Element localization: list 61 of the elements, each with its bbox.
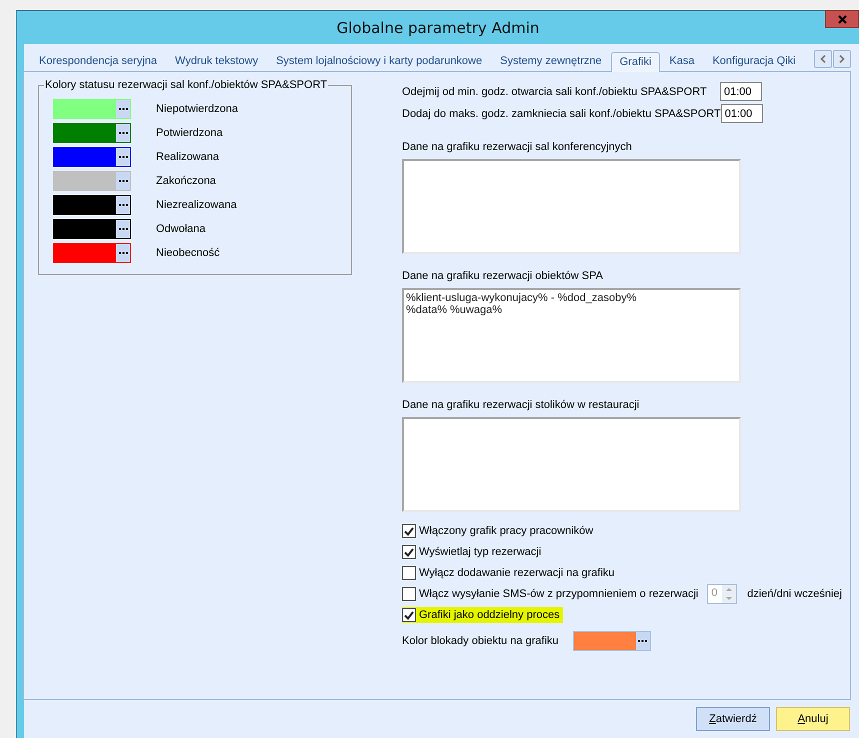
color-picker[interactable]	[53, 147, 131, 167]
window-title: Globalne parametry Admin	[336, 18, 540, 36]
ellipsis-icon	[118, 156, 128, 158]
time-field[interactable]: 01:00	[720, 104, 763, 123]
checkbox-option[interactable]: Grafiki jako oddzielny proces	[402, 607, 563, 623]
status-label: Niepotwierdzona	[156, 103, 238, 115]
checkbox-option[interactable]: Wyłącz dodawanie rezerwacji na grafiku	[402, 565, 618, 581]
chevron-left-icon	[820, 55, 826, 63]
status-label: Nieobecność	[156, 247, 220, 259]
tab[interactable]: Grafiki	[610, 52, 660, 72]
tab[interactable]: Kasa	[660, 51, 704, 71]
tab[interactable]: Wydruk tekstowy	[166, 51, 268, 71]
status-label: Potwierdzona	[156, 127, 223, 139]
checkbox[interactable]	[402, 524, 416, 538]
checkbox[interactable]	[402, 608, 416, 622]
checkbox-option[interactable]: Włącz wysyłanie SMS-ów z przypomnieniem o rezerwacji	[402, 586, 702, 602]
status-label: Zakończona	[156, 175, 216, 187]
ellipsis-icon	[118, 204, 128, 206]
text-area[interactable]: %klient-usluga-wykonujacy% - %dod_zasoby% %data% %uwaga%	[402, 288, 741, 383]
checkbox-option[interactable]: Wyświetlaj typ rezerwacji	[402, 544, 544, 560]
ellipsis-icon	[638, 640, 648, 642]
tab[interactable]: System lojalnościowy i karty podarunkowe	[267, 51, 492, 71]
text-area-label: Dane na grafiku rezerwacji stolików w restauracji	[402, 399, 640, 411]
tab[interactable]: Konfiguracja Qiki	[703, 51, 805, 71]
ellipsis-icon	[118, 132, 128, 134]
time-field[interactable]: 01:00	[720, 82, 762, 101]
chevron-right-icon	[839, 55, 845, 63]
check-icon	[404, 548, 414, 556]
color-picker[interactable]	[53, 243, 131, 263]
ellipsis-icon	[118, 180, 128, 182]
hour-label: Dodaj do maks. godz. zamkniecia sali konf./obiektu SPA&SPORT	[402, 108, 721, 120]
color-picker[interactable]	[572, 631, 651, 651]
hour-label: Odejmij od min. godz. otwarcia sali konf./obiektu SPA&SPORT	[402, 86, 707, 98]
close-button[interactable]	[825, 10, 859, 28]
checkbox[interactable]	[402, 587, 416, 601]
status-label: Realizowana	[156, 151, 219, 163]
checkbox[interactable]	[402, 566, 416, 580]
color-picker[interactable]	[53, 219, 131, 239]
text-area-label: Dane na grafiku rezerwacji sal konferencyjnych	[402, 141, 633, 153]
ellipsis-icon	[118, 108, 128, 110]
color-picker[interactable]	[53, 195, 131, 215]
tab[interactable]: Systemy zewnętrzne	[491, 51, 611, 71]
block-color-label: Kolor blokady obiektu na grafiku	[402, 635, 559, 647]
days-suffix: dzień/dni wcześniej	[747, 588, 842, 600]
confirm-button[interactable]: Zatwierdź	[696, 707, 770, 731]
ellipsis-icon	[118, 228, 128, 230]
check-icon	[404, 610, 414, 620]
close-icon	[838, 14, 846, 24]
checkbox[interactable]	[402, 545, 416, 559]
status-label: Odwołana	[156, 223, 206, 235]
check-icon	[404, 526, 414, 536]
color-picker[interactable]	[53, 123, 131, 143]
scroll-left-button[interactable]	[814, 50, 832, 68]
tab[interactable]: Korespondencja seryjna	[30, 51, 166, 71]
text-area-label: Dane na grafiku rezerwacji obiektów SPA	[402, 270, 604, 282]
ellipsis-icon	[118, 252, 128, 254]
scroll-right-button[interactable]	[833, 50, 851, 68]
status-label: Niezrealizowana	[156, 199, 237, 211]
group-title: Kolory statusu rezerwacji sal konf./obiektów SPA&SPORT	[44, 79, 328, 91]
checkbox-option[interactable]: Włączony grafik pracy pracowników	[402, 523, 596, 539]
cancel-button[interactable]: Anuluj	[776, 707, 850, 731]
